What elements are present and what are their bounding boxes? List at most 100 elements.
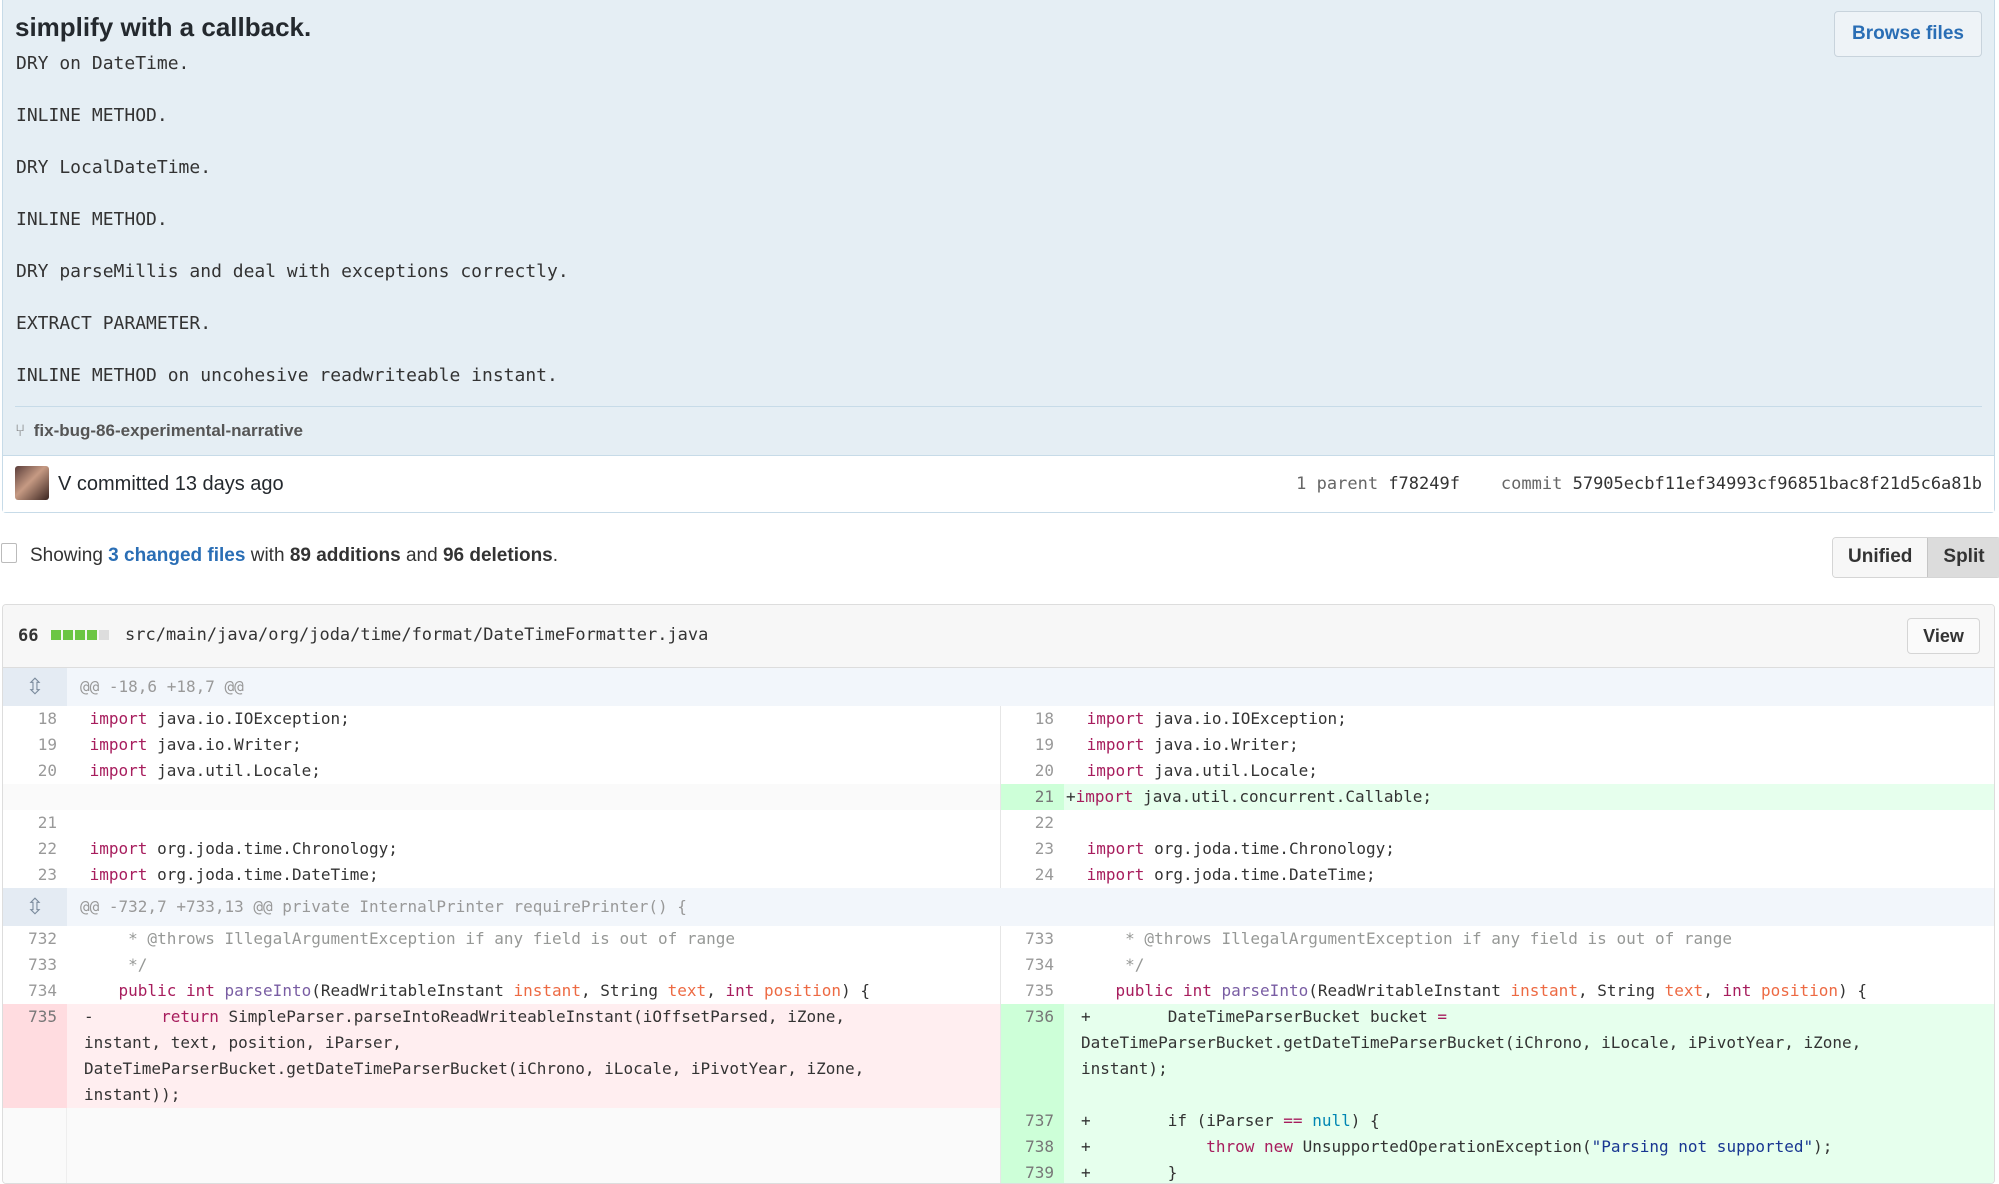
code-text: SimpleParser.parseIntoReadWriteableInsta… <box>218 1007 845 1026</box>
code-line-added: +import java.util.concurrent.Callable; <box>1064 784 1994 810</box>
description-line: DRY on DateTime. <box>16 53 190 74</box>
code-text: instant); <box>1081 1059 1168 1078</box>
keyword: import <box>89 865 148 884</box>
line-number[interactable]: 21 <box>3 810 67 836</box>
summary-text: Showing <box>30 545 103 566</box>
keyword: public <box>1115 981 1174 1000</box>
param: instant <box>513 981 581 1000</box>
empty-cell <box>3 784 1000 810</box>
line-number[interactable]: 19 <box>3 732 67 758</box>
line-number[interactable]: 22 <box>1000 810 1064 836</box>
deletions-count: 96 deletions <box>442 545 553 566</box>
param: instant <box>1510 981 1578 1000</box>
line-number[interactable]: 23 <box>1000 836 1064 862</box>
code-line: import org.joda.time.Chronology; <box>1064 836 1994 862</box>
line-number[interactable]: 24 <box>1000 862 1064 888</box>
operator: = <box>1437 1007 1448 1026</box>
line-number[interactable]: 19 <box>1000 732 1064 758</box>
diff-row: 18 import java.io.IOException; 18 import… <box>3 706 1994 732</box>
keyword: import <box>1086 735 1145 754</box>
line-number[interactable]: 737 <box>1000 1108 1064 1134</box>
code-line: */ <box>80 955 148 974</box>
keyword: import <box>1086 709 1145 728</box>
keyword: import <box>1086 839 1145 858</box>
diff-row-added: 738 + throw new UnsupportedOperationExce… <box>3 1134 1994 1160</box>
browse-files-button[interactable]: Browse files <box>1834 11 1982 57</box>
code-text: instant)); <box>84 1085 181 1104</box>
additions-count: 89 additions <box>289 545 401 566</box>
changed-files-link[interactable]: 3 changed files <box>108 545 245 566</box>
code-text: ) { <box>841 981 870 1000</box>
diff-summary: Showing 3 changed files with 89 addition… <box>30 545 558 567</box>
expand-icon[interactable]: ⇳ <box>3 668 67 706</box>
line-number[interactable]: 733 <box>3 952 67 978</box>
commit-meta: V committed 13 days ago 1 parent f78249f… <box>3 456 1994 512</box>
code-line: import java.io.IOException; <box>1064 706 1994 732</box>
view-file-button[interactable]: View <box>1907 618 1980 654</box>
code-text: java.util.concurrent.Callable; <box>1143 787 1433 806</box>
line-number[interactable]: 21 <box>1000 784 1064 810</box>
commit-message-area: simplify with a callback. Browse files D… <box>3 0 1994 456</box>
literal: null <box>1312 1111 1351 1130</box>
code-line: * @throws IllegalArgumentException if an… <box>1077 929 1733 948</box>
hunk-header: ⇳ @@ -732,7 +733,13 @@ private InternalP… <box>3 888 1994 926</box>
diffstat-block <box>63 630 73 640</box>
code-text: org.joda.time.Chronology; <box>1154 839 1395 858</box>
line-number[interactable]: 23 <box>3 862 67 888</box>
line-number[interactable]: 734 <box>3 978 67 1004</box>
line-number[interactable]: 18 <box>3 706 67 732</box>
line-number[interactable]: 735 <box>3 1004 67 1108</box>
expand-icon[interactable]: ⇳ <box>3 888 67 926</box>
line-number[interactable]: 734 <box>1000 952 1064 978</box>
line-number[interactable]: 735 <box>1000 978 1064 1004</box>
keyword: throw <box>1206 1137 1255 1156</box>
code-line-added: + } <box>1064 1160 1994 1183</box>
code-line: import org.joda.time.DateTime; <box>67 862 1000 888</box>
avatar[interactable] <box>15 466 49 500</box>
param: position <box>1761 981 1839 1000</box>
line-number[interactable]: 20 <box>3 758 67 784</box>
diff-row-changed: 735 - return SimpleParser.parseIntoReadW… <box>3 1004 1994 1108</box>
code-text: java.util.Locale; <box>157 761 321 780</box>
diff-row-added: 21 +import java.util.concurrent.Callable… <box>3 784 1994 810</box>
code-line: public int parseInto(ReadWritableInstant… <box>67 978 1000 1004</box>
code-text: , String <box>580 981 668 1000</box>
keyword: import <box>89 839 148 858</box>
line-number[interactable]: 732 <box>3 926 67 952</box>
param: text <box>667 981 707 1000</box>
keyword: return <box>161 1007 219 1026</box>
file-path[interactable]: src/main/java/org/joda/time/format/DateT… <box>125 625 708 645</box>
branch-name: fix-bug-86-experimental-narrative <box>33 421 303 440</box>
line-number[interactable]: 22 <box>3 836 67 862</box>
diff-row: 20 import java.util.Locale; 20 import ja… <box>3 758 1994 784</box>
line-number[interactable]: 20 <box>1000 758 1064 784</box>
diffstat-bar <box>51 630 109 640</box>
code-line: import java.util.Locale; <box>1064 758 1994 784</box>
diffstat-block <box>51 630 61 640</box>
line-number[interactable]: 739 <box>1000 1160 1064 1183</box>
line-number[interactable]: 733 <box>1000 926 1064 952</box>
line-number[interactable]: 18 <box>1000 706 1064 732</box>
file-header: 66 src/main/java/org/joda/time/format/Da… <box>3 605 1994 668</box>
diff-view-toggle: Unified Split <box>1832 537 1999 578</box>
keyword: import <box>89 709 148 728</box>
unified-button[interactable]: Unified <box>1833 538 1928 577</box>
code-text: ); <box>1813 1137 1833 1156</box>
code-text: org.joda.time.DateTime; <box>1154 865 1376 884</box>
code-text: java.io.Writer; <box>1154 735 1299 754</box>
param: text <box>1664 981 1704 1000</box>
code-text: org.joda.time.DateTime; <box>157 865 379 884</box>
split-button[interactable]: Split <box>1927 538 1999 577</box>
line-number[interactable]: 736 <box>1000 1004 1064 1108</box>
code-text: instant, text, position, iParser, <box>84 1033 402 1052</box>
branch-label[interactable]: ⑂ fix-bug-86-experimental-narrative <box>15 421 303 441</box>
description-line: INLINE METHOD. <box>16 105 168 126</box>
line-number[interactable]: 738 <box>1000 1134 1064 1160</box>
diff-row: 23 import org.joda.time.DateTime; 24 imp… <box>3 862 1994 888</box>
code-text: (ReadWritableInstant <box>311 981 514 1000</box>
keyword: int <box>1722 981 1752 1000</box>
parent-sha-link[interactable]: f78249f <box>1388 474 1460 494</box>
diff-row: 19 import java.io.Writer; 19 import java… <box>3 732 1994 758</box>
